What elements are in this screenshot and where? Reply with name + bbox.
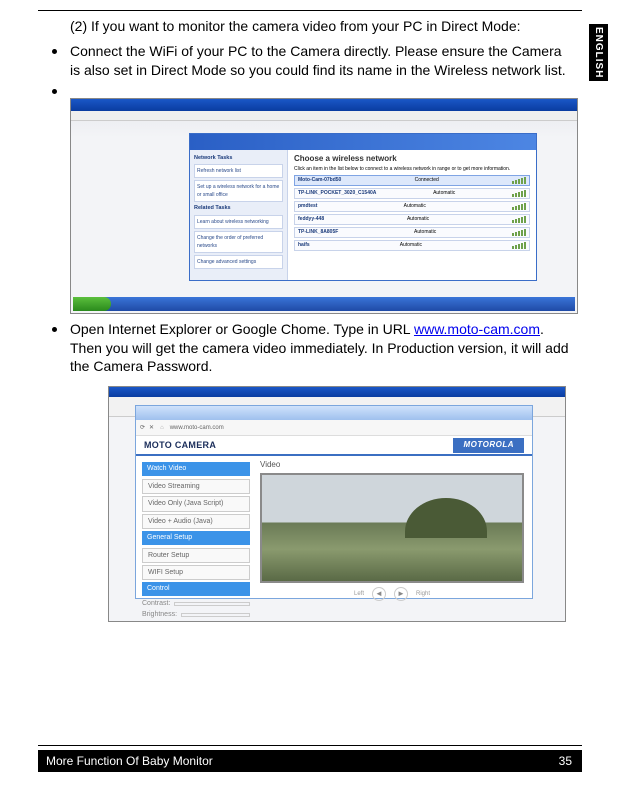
bullet-icon xyxy=(52,327,57,332)
signal-icon xyxy=(512,216,526,223)
bullet-open-browser-text-1: Open Internet Explorer or Google Chome. … xyxy=(70,321,414,337)
motorola-logo: MOTOROLA xyxy=(453,438,524,453)
network-row: feddyy-448 Automatic xyxy=(294,214,530,225)
network-status: Connected xyxy=(415,177,439,184)
pan-left-label: Left xyxy=(354,590,364,598)
network-row: Moto-Cam-07bd50 Connected xyxy=(294,175,530,186)
network-row: haifs Automatic xyxy=(294,240,530,251)
signal-icon xyxy=(512,229,526,236)
video-streaming-item: Video Streaming xyxy=(142,479,250,494)
video-audio-item: Video + Audio (Java) xyxy=(142,514,250,529)
pan-right-label: Right xyxy=(416,590,430,598)
network-status: Automatic xyxy=(400,242,422,249)
general-setup-category: General Setup xyxy=(142,531,250,544)
network-status: Automatic xyxy=(433,190,455,197)
step-2-intro: (2) If you want to monitor the camera vi… xyxy=(42,17,578,36)
signal-icon xyxy=(512,190,526,197)
footer-rule xyxy=(38,745,582,746)
network-name: TP-LINK_POCKET_3020_C1540A xyxy=(298,190,376,197)
wireless-network-screenshot: Network Tasks Refresh network list Set u… xyxy=(70,98,578,314)
signal-icon xyxy=(512,203,526,210)
network-row: pmdtest Automatic xyxy=(294,201,530,212)
refresh-network-list: Refresh network list xyxy=(194,164,283,178)
pan-left-icon: ◄ xyxy=(372,587,386,601)
network-status: Automatic xyxy=(414,229,436,236)
contrast-label: Contrast: xyxy=(142,599,170,608)
bullet-connect-wifi: Connect the WiFi of your PC to the Camer… xyxy=(52,42,578,80)
pan-right-icon: ► xyxy=(394,587,408,601)
footer-bar: More Function Of Baby Monitor 35 xyxy=(38,750,582,772)
video-label: Video xyxy=(260,460,524,471)
control-category: Control xyxy=(142,582,250,595)
start-button-icon xyxy=(73,297,111,311)
video-frame xyxy=(260,473,524,583)
watch-video-category: Watch Video xyxy=(142,462,250,475)
network-name: feddyy-448 xyxy=(298,216,324,223)
step-2-text: (2) If you want to monitor the camera vi… xyxy=(70,18,521,34)
setup-wireless-network: Set up a wireless network for a home or … xyxy=(194,180,283,202)
bullet-empty xyxy=(52,82,578,96)
bullet-connect-wifi-text: Connect the WiFi of your PC to the Camer… xyxy=(70,42,578,80)
network-name: pmdtest xyxy=(298,203,317,210)
related-tasks-header: Related Tasks xyxy=(194,205,231,211)
temperature-label: Temperature: xyxy=(142,622,183,623)
top-rule xyxy=(38,10,582,11)
choose-network-title: Choose a wireless network xyxy=(294,154,530,165)
page-number: 35 xyxy=(559,754,572,768)
network-name: TP-LINK_8A805F xyxy=(298,229,338,236)
footer-title: More Function Of Baby Monitor xyxy=(46,754,213,768)
change-advanced: Change advanced settings xyxy=(194,255,283,269)
moto-camera-label: MOTO CAMERA xyxy=(144,439,216,451)
learn-wireless: Learn about wireless networking xyxy=(194,215,283,229)
bullet-open-browser: Open Internet Explorer or Google Chome. … xyxy=(52,320,578,377)
choose-network-sub: Click an item in the list below to conne… xyxy=(294,166,530,173)
network-row: TP-LINK_POCKET_3020_C1540A Automatic xyxy=(294,188,530,199)
bullet-icon xyxy=(52,49,57,54)
signal-icon xyxy=(512,177,526,184)
browser-camera-screenshot: ⟳ ✕ ⌂ www.moto-cam.com MOTO CAMERA MOTOR… xyxy=(108,386,566,622)
router-setup-item: Router Setup xyxy=(142,548,250,563)
network-status: Automatic xyxy=(407,216,429,223)
video-only-item: Video Only (Java Script) xyxy=(142,496,250,511)
moto-cam-link[interactable]: www.moto-cam.com xyxy=(414,321,540,337)
network-tasks-header: Network Tasks xyxy=(194,155,232,161)
change-order: Change the order of preferred networks xyxy=(194,231,283,253)
bullet-icon xyxy=(52,89,57,94)
signal-icon xyxy=(512,242,526,249)
network-status: Automatic xyxy=(404,203,426,210)
wifi-setup-item: WIFI Setup xyxy=(142,565,250,580)
address-bar-url: www.moto-cam.com xyxy=(170,424,224,432)
brightness-label: Brightness: xyxy=(142,610,177,619)
network-row: TP-LINK_8A805F Automatic xyxy=(294,227,530,238)
network-name: haifs xyxy=(298,242,310,249)
network-name: Moto-Cam-07bd50 xyxy=(298,177,341,184)
language-tab: ENGLISH xyxy=(589,24,608,81)
